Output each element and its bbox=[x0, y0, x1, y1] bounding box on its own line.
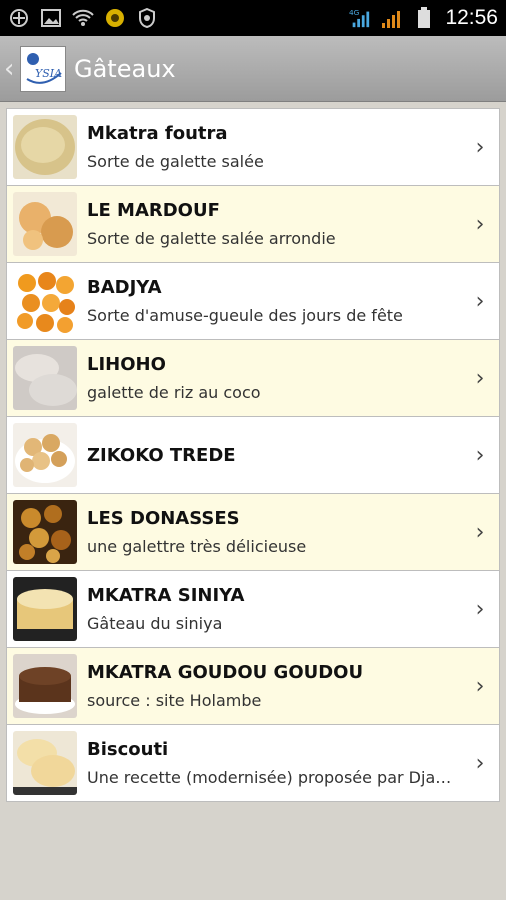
thumbnail-image bbox=[13, 423, 77, 487]
image-icon bbox=[40, 7, 62, 29]
item-subtitle: galette de riz au coco bbox=[87, 383, 261, 402]
page-title: Gâteaux bbox=[74, 54, 176, 83]
item-title: MKATRA GOUDOU GOUDOU bbox=[87, 662, 364, 683]
thumbnail-image bbox=[13, 731, 77, 795]
thumbnail-image bbox=[13, 654, 77, 718]
signal-4g-icon: 4G bbox=[349, 7, 371, 29]
list-item[interactable]: LES DONASSES une galettre très délicieus… bbox=[7, 494, 499, 571]
list-item[interactable]: ZIKOKO TREDE › bbox=[7, 417, 499, 494]
chevron-right-icon: › bbox=[475, 288, 485, 314]
thumbnail-image bbox=[13, 577, 77, 641]
chevron-right-icon: › bbox=[475, 519, 485, 545]
thumbnail-image bbox=[13, 115, 77, 179]
item-subtitle: Sorte de galette salée bbox=[87, 152, 264, 171]
item-subtitle: Une recette (modernisée) proposée par Dj… bbox=[87, 768, 452, 787]
chevron-right-icon: › bbox=[475, 134, 485, 160]
item-subtitle: une galettre très délicieuse bbox=[87, 537, 307, 556]
thumbnail-image bbox=[13, 500, 77, 564]
svg-text:YSIA: YSIA bbox=[35, 67, 62, 80]
item-title: MKATRA SINIYA bbox=[87, 585, 245, 606]
action-bar: ‹ YSIA Gâteaux bbox=[0, 36, 506, 102]
app-logo-icon: YSIA bbox=[26, 52, 62, 84]
thumbnail-image bbox=[13, 346, 77, 410]
list-item[interactable]: LE MARDOUF Sorte de galette salée arrond… bbox=[7, 186, 499, 263]
chevron-right-icon: › bbox=[475, 365, 485, 391]
chevron-right-icon: › bbox=[475, 673, 485, 699]
item-title: LES DONASSES bbox=[87, 508, 240, 529]
chevron-right-icon: › bbox=[475, 596, 485, 622]
status-bar: 4G 12:56 bbox=[0, 0, 506, 36]
usb-icon bbox=[8, 7, 30, 29]
app-logo[interactable]: YSIA bbox=[20, 45, 66, 92]
app-badge-icon bbox=[104, 7, 126, 29]
list-item[interactable]: BADJYA Sorte d'amuse-gueule des jours de… bbox=[7, 263, 499, 340]
list-item[interactable]: LIHOHO galette de riz au coco › bbox=[7, 340, 499, 417]
item-title: ZIKOKO TREDE bbox=[87, 444, 236, 466]
item-title: LE MARDOUF bbox=[87, 200, 220, 221]
item-title: LIHOHO bbox=[87, 354, 166, 375]
svg-text:4G: 4G bbox=[349, 8, 360, 17]
item-title: BADJYA bbox=[87, 277, 162, 298]
wifi-icon bbox=[72, 7, 94, 29]
thumbnail-image bbox=[13, 269, 77, 333]
chevron-right-icon: › bbox=[475, 442, 485, 468]
item-title: Mkatra foutra bbox=[87, 123, 228, 144]
status-time: 12:56 bbox=[445, 6, 498, 29]
shield-icon bbox=[136, 7, 158, 29]
list-item[interactable]: MKATRA SINIYA Gâteau du siniya › bbox=[7, 571, 499, 648]
chevron-right-icon: › bbox=[475, 750, 485, 776]
recipe-list: Mkatra foutra Sorte de galette salée › L… bbox=[6, 108, 500, 802]
item-subtitle: Sorte d'amuse-gueule des jours de fête bbox=[87, 306, 403, 325]
item-subtitle: source : site Holambe bbox=[87, 691, 262, 710]
back-chevron-icon[interactable]: ‹ bbox=[4, 54, 18, 84]
item-subtitle: Gâteau du siniya bbox=[87, 614, 223, 633]
battery-icon bbox=[413, 7, 435, 29]
item-subtitle: Sorte de galette salée arrondie bbox=[87, 229, 336, 248]
signal-icon bbox=[381, 7, 403, 29]
list-item[interactable]: Biscouti Une recette (modernisée) propos… bbox=[7, 725, 499, 802]
thumbnail-image bbox=[13, 192, 77, 256]
list-item[interactable]: MKATRA GOUDOU GOUDOU source : site Holam… bbox=[7, 648, 499, 725]
chevron-right-icon: › bbox=[475, 211, 485, 237]
item-title: Biscouti bbox=[87, 739, 169, 760]
list-item[interactable]: Mkatra foutra Sorte de galette salée › bbox=[7, 109, 499, 186]
